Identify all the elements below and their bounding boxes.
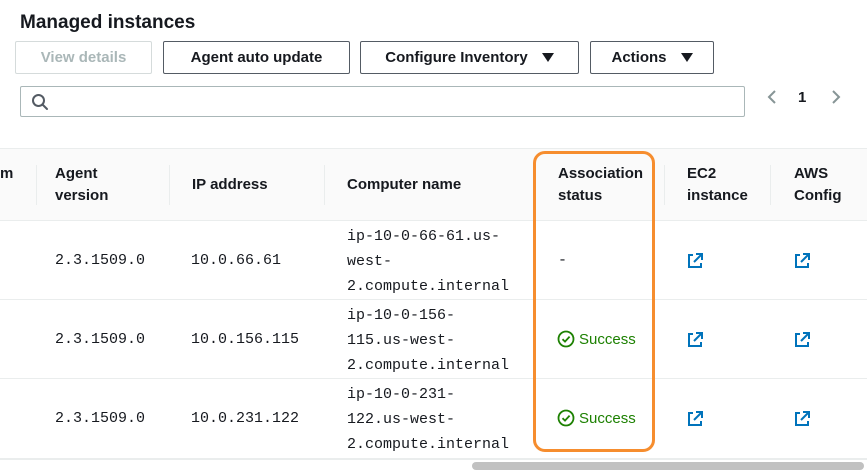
- external-link-icon[interactable]: [793, 252, 811, 270]
- success-check-icon: [557, 409, 575, 427]
- agent-version-cell: 2.3.1509.0: [55, 410, 146, 427]
- column-header-ec2-instance[interactable]: EC2 instance: [687, 163, 748, 207]
- external-link-icon[interactable]: [686, 252, 704, 270]
- horizontal-scrollbar-thumb[interactable]: [472, 462, 864, 470]
- search-icon: [32, 94, 48, 110]
- computer-name-line: 115.us-west-: [347, 332, 456, 349]
- configure-inventory-dropdown[interactable]: Configure Inventory: [360, 41, 579, 74]
- configure-inventory-label: Configure Inventory: [385, 49, 528, 66]
- column-header-association-status[interactable]: Association status: [558, 163, 643, 207]
- computer-name-cell: ip-10-0-156- 115.us-west- 2.compute.inte…: [347, 303, 527, 378]
- column-separator: [169, 165, 170, 205]
- computer-name-line: ip-10-0-231-: [347, 386, 456, 403]
- ip-address-cell: 10.0.231.122: [191, 410, 300, 427]
- computer-name-line: 2.compute.internal: [347, 436, 510, 453]
- table-row[interactable]: 2.3.1509.0 10.0.156.115 ip-10-0-156- 115…: [0, 300, 867, 379]
- column-header-agent-version[interactable]: Agent version: [55, 163, 108, 207]
- agent-version-cell: 2.3.1509.0: [55, 252, 146, 269]
- status-text: Success: [579, 409, 636, 427]
- association-status-cell: -: [558, 252, 568, 269]
- agent-auto-update-button[interactable]: Agent auto update: [163, 41, 350, 74]
- column-header-aws-config[interactable]: AWS Config: [794, 163, 841, 207]
- status-text: Success: [579, 330, 636, 348]
- computer-name-line: ip-10-0-156-: [347, 307, 456, 324]
- agent-auto-update-label: Agent auto update: [190, 49, 323, 66]
- computer-name-cell: ip-10-0-231- 122.us-west- 2.compute.inte…: [347, 382, 527, 457]
- actions-dropdown[interactable]: Actions: [590, 41, 714, 74]
- column-separator: [664, 165, 665, 205]
- actions-label: Actions: [611, 49, 667, 66]
- view-details-button[interactable]: View details: [15, 41, 152, 74]
- page-number[interactable]: 1: [798, 89, 806, 106]
- header-line: status: [558, 187, 603, 204]
- computer-name-line: west-: [347, 253, 393, 270]
- computer-name-cell: ip-10-0-66-61.us- west- 2.compute.intern…: [347, 224, 527, 299]
- caret-down-icon: [680, 53, 693, 62]
- computer-name-line: 2.compute.internal: [347, 357, 510, 374]
- column-header-ip-address[interactable]: IP address: [192, 174, 268, 196]
- computer-name-line: 2.compute.internal: [347, 278, 510, 295]
- page-title: Managed instances: [20, 12, 196, 33]
- header-line: Agent: [55, 165, 98, 182]
- external-link-icon[interactable]: [686, 331, 704, 349]
- header-line: EC2: [687, 165, 717, 182]
- header-line: Association: [558, 165, 644, 182]
- success-check-icon: [557, 330, 575, 348]
- ip-address-cell: 10.0.156.115: [191, 331, 300, 348]
- external-link-icon[interactable]: [686, 410, 704, 428]
- column-separator: [324, 165, 325, 205]
- table-row[interactable]: 2.3.1509.0 10.0.66.61 ip-10-0-66-61.us- …: [0, 221, 867, 300]
- column-header-partial[interactable]: m: [0, 163, 13, 185]
- column-separator: [535, 165, 536, 205]
- column-separator: [36, 165, 37, 205]
- external-link-icon[interactable]: [793, 331, 811, 349]
- column-header-computer-name[interactable]: Computer name: [347, 174, 461, 196]
- computer-name-line: ip-10-0-66-61.us-: [347, 228, 501, 245]
- agent-version-cell: 2.3.1509.0: [55, 331, 146, 348]
- header-line: AWS: [794, 165, 829, 182]
- association-status-cell: Success: [557, 330, 636, 348]
- ip-address-cell: 10.0.66.61: [191, 252, 282, 269]
- view-details-label: View details: [40, 49, 127, 66]
- header-line: instance: [687, 187, 748, 204]
- chevron-right-icon[interactable]: [828, 86, 844, 110]
- header-line: Config: [794, 187, 842, 204]
- table-row[interactable]: 2.3.1509.0 10.0.231.122 ip-10-0-231- 122…: [0, 379, 867, 459]
- column-separator: [770, 165, 771, 205]
- search-input[interactable]: [57, 91, 737, 113]
- association-status-cell: Success: [557, 409, 636, 427]
- caret-down-icon: [541, 53, 554, 62]
- computer-name-line: 122.us-west-: [347, 411, 456, 428]
- external-link-icon[interactable]: [793, 410, 811, 428]
- chevron-left-icon[interactable]: [764, 86, 780, 110]
- header-line: version: [55, 187, 109, 204]
- search-box[interactable]: [20, 86, 745, 117]
